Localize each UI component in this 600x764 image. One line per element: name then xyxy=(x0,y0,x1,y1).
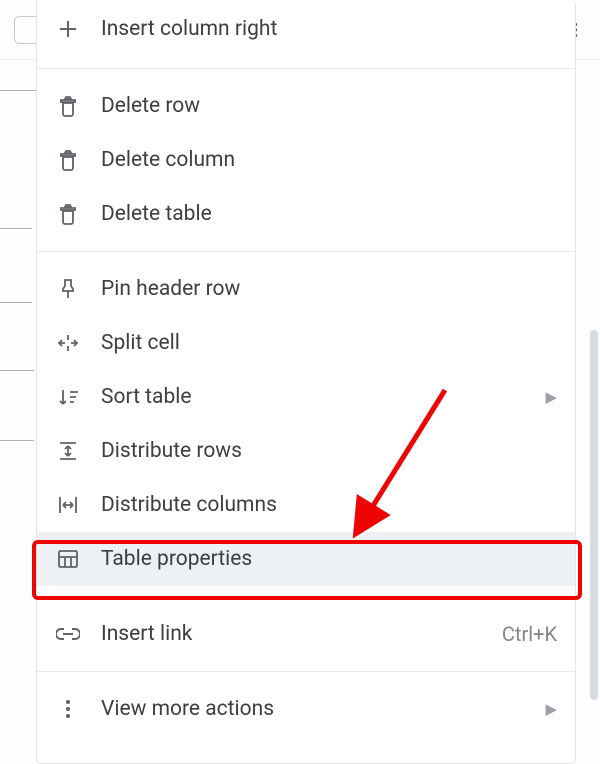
table-properties-icon xyxy=(55,549,81,569)
more-vertical-icon xyxy=(55,698,81,720)
menu-item-label: Distribute rows xyxy=(101,439,242,463)
separator xyxy=(37,68,575,69)
pin-icon xyxy=(55,278,81,300)
shortcut-label: Ctrl+K xyxy=(502,622,557,646)
menu-item-label: Sort table xyxy=(101,385,191,409)
distribute-rows-icon xyxy=(55,441,81,461)
menu-item-delete-column[interactable]: Delete column xyxy=(37,133,575,187)
menu-item-label: Delete row xyxy=(101,94,200,118)
menu-item-pin-header-row[interactable]: Pin header row xyxy=(37,262,575,316)
plus-icon xyxy=(55,19,81,39)
chevron-right-icon: ▶ xyxy=(545,388,557,406)
menu-item-insert-column-right[interactable]: Insert column right xyxy=(37,0,575,58)
menu-item-label: Delete table xyxy=(101,202,212,226)
trash-icon xyxy=(55,95,81,117)
trash-icon xyxy=(55,203,81,225)
menu-item-table-properties[interactable]: Table properties xyxy=(37,532,575,586)
menu-item-label: Distribute columns xyxy=(101,493,277,517)
menu-item-delete-table[interactable]: Delete table xyxy=(37,187,575,241)
menu-item-label: Insert column right xyxy=(101,17,277,41)
separator xyxy=(37,251,575,252)
scrollbar[interactable] xyxy=(590,330,598,700)
distribute-columns-icon xyxy=(55,495,81,515)
context-menu: Insert column right Delete row Delete co… xyxy=(36,0,576,764)
sort-icon xyxy=(55,387,81,407)
menu-item-label: Split cell xyxy=(101,331,180,355)
trash-icon xyxy=(55,149,81,171)
menu-item-sort-table[interactable]: Sort table ▶ xyxy=(37,370,575,424)
chevron-right-icon: ▶ xyxy=(545,700,557,718)
separator xyxy=(37,671,575,672)
menu-item-split-cell[interactable]: Split cell xyxy=(37,316,575,370)
menu-item-view-more-actions[interactable]: View more actions ▶ xyxy=(37,682,575,736)
separator xyxy=(37,596,575,597)
menu-item-distribute-columns[interactable]: Distribute columns xyxy=(37,478,575,532)
menu-item-label: View more actions xyxy=(101,697,274,721)
menu-item-distribute-rows[interactable]: Distribute rows xyxy=(37,424,575,478)
menu-item-insert-link[interactable]: Insert link Ctrl+K xyxy=(37,607,575,661)
split-cell-icon xyxy=(55,333,81,353)
menu-item-delete-row[interactable]: Delete row xyxy=(37,79,575,133)
link-icon xyxy=(55,627,81,641)
menu-item-label: Insert link xyxy=(101,622,192,646)
menu-item-label: Delete column xyxy=(101,148,235,172)
menu-item-label: Table properties xyxy=(101,547,252,571)
menu-item-label: Pin header row xyxy=(101,277,240,301)
